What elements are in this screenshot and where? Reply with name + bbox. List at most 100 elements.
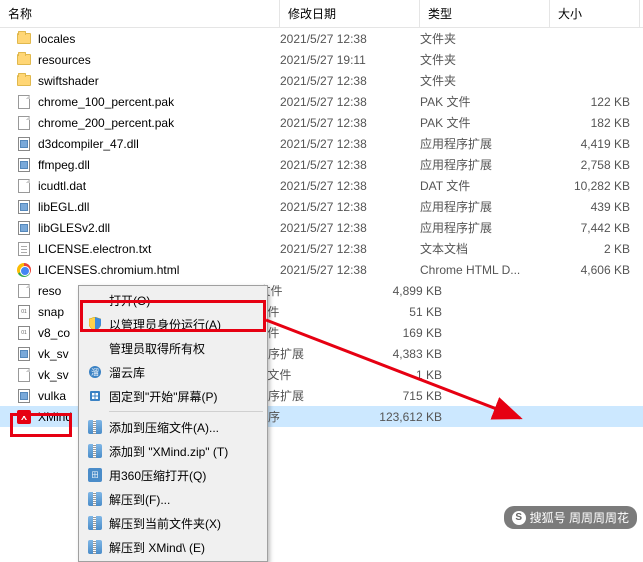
file-size: 439 KB <box>550 200 630 214</box>
file-name: chrome_200_percent.pak <box>38 116 280 130</box>
file-date: 2021/5/27 12:38 <box>280 137 420 151</box>
360zip-icon: 田 <box>85 467 105 483</box>
file-date: 2021/5/27 12:38 <box>280 200 420 214</box>
file-type: PAK 文件 <box>420 114 550 131</box>
file-type: DAT 文件 <box>420 177 550 194</box>
shield-icon <box>85 316 105 332</box>
file-type: 应用程序扩展 <box>420 219 550 236</box>
xmind-icon: X <box>16 409 32 425</box>
folder-icon <box>16 73 32 89</box>
file-name: d3dcompiler_47.dll <box>38 137 280 151</box>
file-date: 2021/5/27 12:38 <box>280 95 420 109</box>
file-date: 2021/5/27 19:11 <box>280 53 420 67</box>
file-size: 4,419 KB <box>550 137 630 151</box>
menu-extract-to[interactable]: 解压到(F)... <box>81 487 265 511</box>
column-header-size[interactable]: 大小 <box>550 0 640 27</box>
archive-icon <box>85 491 105 507</box>
pin-icon <box>85 388 105 404</box>
file-type: 文件夹 <box>420 51 550 68</box>
archive-icon <box>85 515 105 531</box>
file-size: 4,383 KB <box>362 347 442 361</box>
file-icon <box>16 283 32 299</box>
menu-add-to-archive[interactable]: 添加到压缩文件(A)... <box>81 415 265 439</box>
menu-extract-to-xmind[interactable]: 解压到 XMind\ (E) <box>81 535 265 559</box>
file-row[interactable]: chrome_200_percent.pak2021/5/27 12:38PAK… <box>0 112 643 133</box>
file-row[interactable]: LICENSE.electron.txt2021/5/27 12:38文本文档2… <box>0 238 643 259</box>
archive-icon <box>85 419 105 435</box>
file-type: 应用程序扩展 <box>420 156 550 173</box>
file-name: libGLESv2.dll <box>38 221 280 235</box>
menu-take-ownership[interactable]: 管理员取得所有权 <box>81 336 265 360</box>
file-size: 1 KB <box>362 368 442 382</box>
menu-open[interactable]: 打开(O) <box>81 288 265 312</box>
file-row[interactable]: LICENSES.chromium.html2021/5/27 12:38Chr… <box>0 259 643 280</box>
file-name: libEGL.dll <box>38 200 280 214</box>
file-row[interactable]: resources2021/5/27 19:11文件夹 <box>0 49 643 70</box>
file-size: 715 KB <box>362 389 442 403</box>
file-row[interactable]: libEGL.dll2021/5/27 12:38应用程序扩展439 KB <box>0 196 643 217</box>
file-row[interactable]: chrome_100_percent.pak2021/5/27 12:38PAK… <box>0 91 643 112</box>
file-type: PAK 文件 <box>420 93 550 110</box>
menu-take-ownership-label: 管理员取得所有权 <box>109 340 257 357</box>
svg-text:溜: 溜 <box>91 367 99 377</box>
file-name: resources <box>38 53 280 67</box>
menu-add-to-archive-label: 添加到压缩文件(A)... <box>109 419 257 436</box>
liuyunku-icon: 溜 <box>85 364 105 380</box>
file-name: ffmpeg.dll <box>38 158 280 172</box>
menu-open-with-360[interactable]: 田用360压缩打开(Q) <box>81 463 265 487</box>
file-name: chrome_100_percent.pak <box>38 95 280 109</box>
file-date: 2021/5/27 12:38 <box>280 158 420 172</box>
file-size: 123,612 KB <box>362 410 442 424</box>
archive-icon <box>85 539 105 555</box>
menu-run-as-admin-label: 以管理员身份运行(A) <box>109 316 257 333</box>
menu-pin-start[interactable]: 固定到"开始"屏幕(P) <box>81 384 265 408</box>
file-row[interactable]: ffmpeg.dll2021/5/27 12:38应用程序扩展2,758 KB <box>0 154 643 175</box>
file-row[interactable]: locales2021/5/27 12:38文件夹 <box>0 28 643 49</box>
archive-icon <box>85 443 105 459</box>
column-header-date[interactable]: 修改日期 <box>280 0 420 27</box>
watermark-text: 搜狐号 周周周周花 <box>530 509 629 526</box>
file-name: swiftshader <box>38 74 280 88</box>
folder-icon <box>16 31 32 47</box>
dll-icon <box>16 220 32 236</box>
file-type: 应用程序扩展 <box>420 198 550 215</box>
file-row[interactable]: libGLESv2.dll2021/5/27 12:38应用程序扩展7,442 … <box>0 217 643 238</box>
dll-icon <box>16 199 32 215</box>
dll-icon <box>16 346 32 362</box>
menu-extract-to-label: 解压到(F)... <box>109 491 257 508</box>
file-date: 2021/5/27 12:38 <box>280 242 420 256</box>
file-size: 51 KB <box>362 305 442 319</box>
bin-icon: 01 <box>16 325 32 341</box>
dll-icon <box>16 136 32 152</box>
file-size: 2 KB <box>550 242 630 256</box>
menu-extract-here[interactable]: 解压到当前文件夹(X) <box>81 511 265 535</box>
column-header-row: 名称 修改日期 类型 大小 <box>0 0 643 28</box>
column-header-name[interactable]: 名称 <box>0 0 280 27</box>
file-size: 7,442 KB <box>550 221 630 235</box>
menu-add-to-xmind-zip[interactable]: 添加到 "XMind.zip" (T) <box>81 439 265 463</box>
menu-liuyunku[interactable]: 溜溜云库 <box>81 360 265 384</box>
chrome-icon <box>16 262 32 278</box>
file-name: LICENSES.chromium.html <box>38 263 280 277</box>
menu-run-as-admin[interactable]: 以管理员身份运行(A) <box>81 312 265 336</box>
context-menu: 打开(O) 以管理员身份运行(A) 管理员取得所有权 溜溜云库 固定到"开始"屏… <box>78 285 268 562</box>
file-icon <box>16 367 32 383</box>
file-type: Chrome HTML D... <box>420 263 550 277</box>
file-row[interactable]: d3dcompiler_47.dll2021/5/27 12:38应用程序扩展4… <box>0 133 643 154</box>
file-icon <box>16 178 32 194</box>
menu-open-with-360-label: 用360压缩打开(Q) <box>109 467 257 484</box>
menu-extract-here-label: 解压到当前文件夹(X) <box>109 515 257 532</box>
file-type: 文件夹 <box>420 30 550 47</box>
file-size: 2,758 KB <box>550 158 630 172</box>
file-row[interactable]: swiftshader2021/5/27 12:38文件夹 <box>0 70 643 91</box>
file-size: 4,899 KB <box>362 284 442 298</box>
file-row[interactable]: icudtl.dat2021/5/27 12:38DAT 文件10,282 KB <box>0 175 643 196</box>
column-header-type[interactable]: 类型 <box>420 0 550 27</box>
file-size: 169 KB <box>362 326 442 340</box>
file-type: 应用程序扩展 <box>420 135 550 152</box>
file-date: 2021/5/27 12:38 <box>280 263 420 277</box>
watermark: S 搜狐号 周周周周花 <box>504 506 637 529</box>
file-icon <box>16 94 32 110</box>
file-icon <box>16 115 32 131</box>
blank-icon <box>85 292 105 308</box>
